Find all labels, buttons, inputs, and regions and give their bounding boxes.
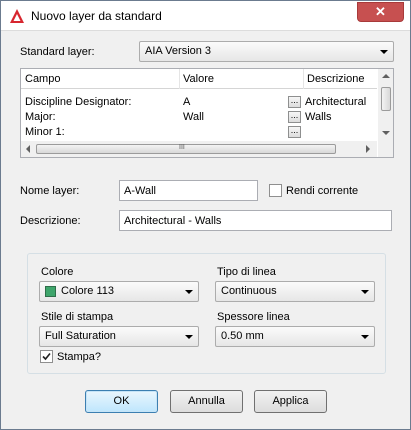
plot-style-label: Stile di stampa [41, 311, 114, 323]
plot-checkbox[interactable] [40, 350, 53, 363]
linetype-value: Continuous [221, 285, 277, 297]
chevron-down-icon [185, 290, 193, 294]
table-row[interactable]: Major: Wall ... Walls [21, 110, 377, 125]
layer-name-input[interactable] [120, 181, 257, 200]
column-divider [303, 69, 304, 89]
chevron-down-icon [380, 50, 388, 54]
lineweight-value: 0.50 mm [221, 330, 264, 342]
checkmark-icon [42, 352, 51, 361]
layer-name-field[interactable] [119, 180, 258, 201]
cancel-button[interactable]: Annulla [170, 390, 243, 413]
window-title: Nuovo layer da standard [31, 9, 162, 23]
horizontal-scrollbar[interactable]: III [21, 141, 377, 157]
standard-layer-dropdown[interactable]: AIA Version 3 [139, 41, 394, 62]
close-button[interactable]: ✕ [357, 2, 404, 22]
close-icon: ✕ [375, 4, 386, 19]
field-name: Discipline Designator: [25, 96, 132, 108]
column-header-campo[interactable]: Campo [25, 73, 60, 85]
chevron-down-icon [361, 290, 369, 294]
scroll-down-icon[interactable] [382, 131, 390, 135]
color-swatch [45, 286, 56, 297]
chevron-down-icon [361, 335, 369, 339]
grid-header: Campo Valore Descrizione [21, 69, 377, 89]
lineweight-label: Spessore linea [217, 311, 290, 323]
make-current-label: Rendi corrente [286, 185, 359, 197]
browse-button[interactable]: ... [288, 111, 301, 123]
column-divider [179, 69, 180, 89]
field-description: Architectural [305, 96, 367, 108]
color-value: Colore 113 [61, 285, 114, 297]
apply-button[interactable]: Applica [254, 390, 327, 413]
plot-style-dropdown[interactable]: Full Saturation [39, 326, 199, 347]
table-row[interactable]: Discipline Designator: A ... Architectur… [21, 95, 377, 110]
description-input[interactable] [120, 211, 391, 230]
scroll-left-icon[interactable] [26, 145, 30, 153]
browse-button[interactable]: ... [288, 96, 301, 108]
standard-layer-label: Standard layer: [20, 46, 95, 58]
vertical-scrollbar[interactable] [378, 69, 393, 141]
column-header-valore[interactable]: Valore [183, 73, 214, 85]
browse-button[interactable]: ... [288, 126, 301, 138]
color-dropdown[interactable]: Colore 113 [39, 281, 199, 302]
table-row[interactable]: Minor 1: ... [21, 125, 377, 140]
standard-fields-grid[interactable]: Campo Valore Descrizione Discipline Desi… [20, 68, 394, 158]
ok-button[interactable]: OK [85, 390, 158, 413]
field-description: Walls [305, 111, 332, 123]
horizontal-scroll-thumb[interactable]: III [36, 144, 336, 154]
standard-layer-value: AIA Version 3 [145, 45, 212, 57]
field-name: Minor 1: [25, 126, 65, 138]
linetype-dropdown[interactable]: Continuous [215, 281, 375, 302]
scroll-grip-icon: III [179, 144, 185, 151]
chevron-down-icon [185, 335, 193, 339]
lineweight-dropdown[interactable]: 0.50 mm [215, 326, 375, 347]
color-label: Colore [41, 266, 74, 278]
linetype-label: Tipo di linea [217, 266, 276, 278]
field-name: Major: [25, 111, 56, 123]
description-label: Descrizione: [20, 215, 81, 227]
plot-style-value: Full Saturation [45, 330, 116, 342]
scroll-right-icon[interactable] [366, 145, 370, 153]
column-header-descrizione[interactable]: Descrizione [307, 73, 364, 85]
title-bar: Nuovo layer da standard ✕ [1, 1, 410, 31]
vertical-scroll-thumb[interactable] [381, 87, 391, 111]
field-value[interactable]: Wall [183, 111, 204, 123]
autocad-icon [10, 9, 24, 23]
field-value[interactable]: A [183, 96, 190, 108]
scrollbar-corner [378, 141, 393, 157]
layer-name-label: Nome layer: [20, 185, 80, 197]
dialog-window: Nuovo layer da standard ✕ Standard layer… [0, 0, 411, 430]
make-current-checkbox[interactable] [269, 184, 282, 197]
plot-label: Stampa? [57, 351, 102, 363]
scroll-up-icon[interactable] [382, 74, 390, 78]
description-field[interactable] [119, 210, 392, 231]
